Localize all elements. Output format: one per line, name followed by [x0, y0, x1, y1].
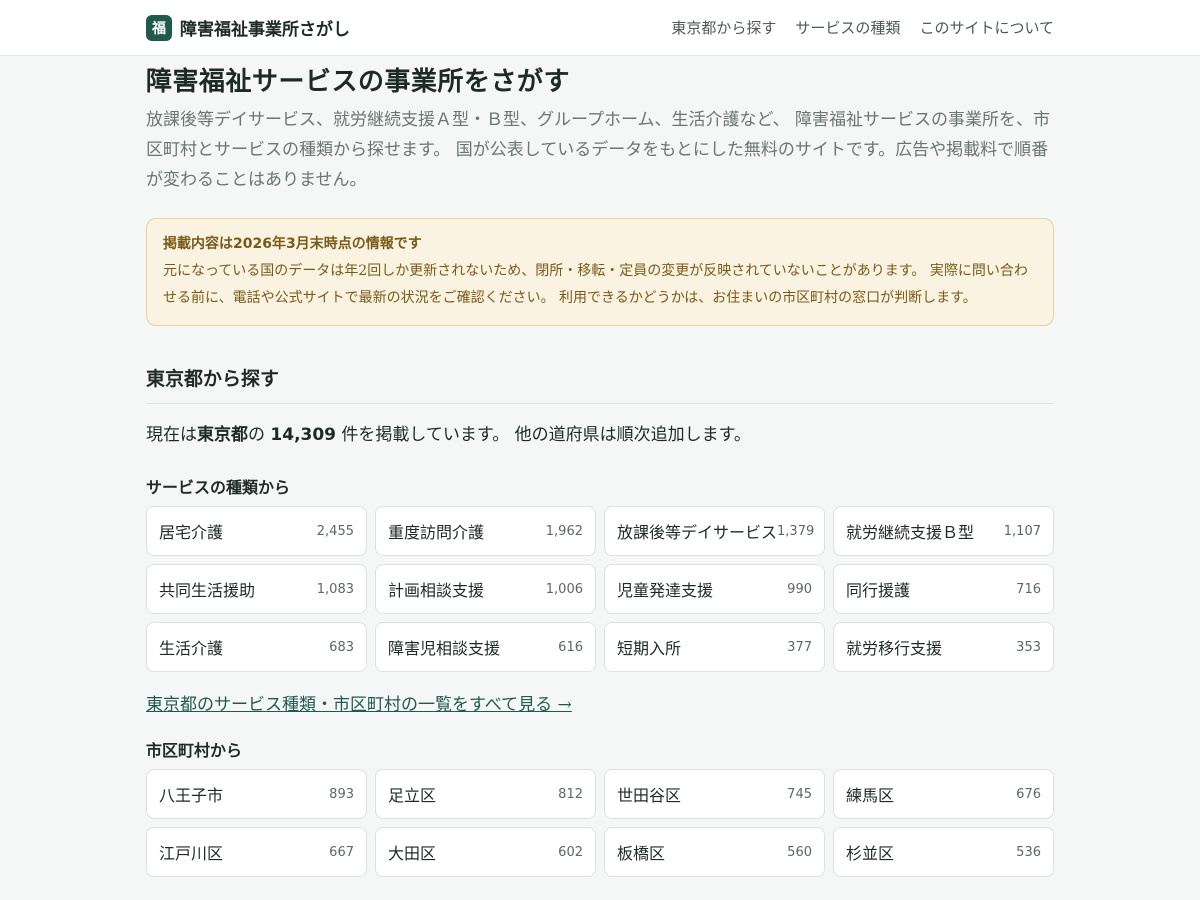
city-label: 世田谷区	[617, 786, 682, 805]
intro-text: 放課後等デイサービス、就労継続支援Ａ型・Ｂ型、グループホーム、生活介護など、 障…	[146, 110, 1051, 190]
city-card[interactable]: 大田区 602	[375, 827, 596, 877]
service-label: 短期入所	[617, 639, 682, 658]
summary-suffix: 件を掲載しています。 他の道府県は順次追加します。	[336, 425, 751, 445]
service-card[interactable]: 同行援護 716	[833, 564, 1054, 614]
nav-link-services[interactable]: サービスの種類	[795, 17, 900, 38]
service-card[interactable]: 重度訪問介護 1,962	[375, 506, 596, 556]
city-count: 893	[329, 786, 354, 802]
service-card[interactable]: 放課後等デイサービス 1,379	[604, 506, 825, 556]
see-all-link[interactable]: 東京都のサービス種類・市区町村の一覧をすべて見る →	[146, 690, 572, 715]
service-card[interactable]: 共同生活援助 1,083	[146, 564, 367, 614]
city-label: 板橋区	[617, 844, 666, 863]
service-count: 683	[329, 639, 354, 655]
summary-prefix: 現在は	[146, 425, 197, 445]
city-card[interactable]: 世田谷区 745	[604, 769, 825, 819]
service-label: 児童発達支援	[617, 581, 714, 600]
site-logo-icon: 福	[146, 14, 172, 41]
service-count: 716	[1016, 581, 1041, 597]
service-card[interactable]: 生活介護 683	[146, 622, 367, 672]
service-card[interactable]: 計画相談支援 1,006	[375, 564, 596, 614]
site-name: 障害福祉事業所さがし	[180, 20, 350, 40]
service-label: 計画相談支援	[388, 581, 485, 600]
main-nav: 東京都から探す サービスの種類 このサイトについて	[671, 17, 1054, 38]
city-label: 足立区	[388, 786, 437, 805]
service-count: 353	[1016, 639, 1041, 655]
service-label: 放課後等デイサービス	[617, 523, 778, 542]
service-card[interactable]: 就労移行支援 353	[833, 622, 1054, 672]
service-label: 共同生活援助	[159, 581, 256, 600]
notice-body: 元になっている国のデータは年2回しか更新されないため、閉所・移転・定員の変更が反…	[163, 263, 1028, 306]
service-label: 居宅介護	[159, 523, 224, 542]
city-card[interactable]: 板橋区 560	[604, 827, 825, 877]
service-grid: 居宅介護 2,455 重度訪問介護 1,962 放課後等デイサービス 1,379 就労…	[146, 506, 1054, 672]
summary-prefecture: 東京都	[197, 425, 248, 445]
city-card[interactable]: 練馬区 676	[833, 769, 1054, 819]
service-label: 就労移行支援	[846, 639, 943, 658]
city-count: 536	[1016, 844, 1041, 860]
service-label: 就労継続支援Ｂ型	[846, 523, 975, 542]
city-card[interactable]: 杉並区 536	[833, 827, 1054, 877]
service-count: 1,379	[777, 523, 815, 539]
nav-link-tokyo[interactable]: 東京都から探す	[671, 17, 776, 38]
nav-link-about[interactable]: このサイトについて	[919, 17, 1054, 38]
city-label: 江戸川区	[159, 844, 224, 863]
city-count: 560	[787, 844, 812, 860]
city-label: 杉並区	[846, 844, 895, 863]
service-card[interactable]: 児童発達支援 990	[604, 564, 825, 614]
header-inner: 福 障害福祉事業所さがし 東京都から探す サービスの種類 このサイトについて	[146, 0, 1054, 55]
service-label: 障害児相談支援	[388, 639, 501, 658]
service-label: 重度訪問介護	[388, 523, 485, 542]
service-count: 616	[558, 639, 583, 655]
service-count: 1,006	[545, 581, 583, 597]
site-header: 福 障害福祉事業所さがし 東京都から探す サービスの種類 このサイトについて	[0, 0, 1200, 56]
city-label: 八王子市	[159, 786, 224, 805]
service-card[interactable]: 居宅介護 2,455	[146, 506, 367, 556]
city-label: 練馬区	[846, 786, 895, 805]
section-heading-tokyo: 東京都から探す	[146, 364, 1054, 404]
summary-count: 14,309	[270, 425, 337, 445]
main-content: 障害福祉サービスの事業所をさがす 放課後等デイサービス、就労継続支援Ａ型・Ｂ型、…	[146, 61, 1054, 877]
city-label: 大田区	[388, 844, 437, 863]
cities-heading: 市区町村から	[146, 741, 243, 760]
city-card[interactable]: 八王子市 893	[146, 769, 367, 819]
service-card[interactable]: 就労継続支援Ｂ型 1,107	[833, 506, 1054, 556]
page-title: 障害福祉サービスの事業所をさがす	[146, 67, 571, 97]
service-count: 2,455	[316, 523, 354, 539]
city-count: 676	[1016, 786, 1041, 802]
service-card[interactable]: 短期入所 377	[604, 622, 825, 672]
city-card[interactable]: 江戸川区 667	[146, 827, 367, 877]
notice-title: 掲載内容は2026年3月末時点の情報です	[163, 236, 422, 252]
service-card[interactable]: 障害児相談支援 616	[375, 622, 596, 672]
listing-summary: 現在は東京都の 14,309 件を掲載しています。 他の道府県は順次追加します。	[146, 422, 1054, 448]
service-count: 1,083	[316, 581, 354, 597]
city-count: 812	[558, 786, 583, 802]
city-grid: 八王子市 893 足立区 812 世田谷区 745 練馬区 676 江戸川区 667 大田…	[146, 769, 1054, 877]
city-count: 667	[329, 844, 354, 860]
data-notice-box: 掲載内容は2026年3月末時点の情報です 元になっている国のデータは年2回しか更…	[146, 218, 1054, 326]
city-card[interactable]: 足立区 812	[375, 769, 596, 819]
summary-middle: の	[248, 425, 271, 445]
services-heading: サービスの種類から	[146, 478, 291, 497]
site-brand-link[interactable]: 福 障害福祉事業所さがし	[146, 14, 350, 41]
service-count: 1,962	[545, 523, 583, 539]
service-count: 990	[787, 581, 812, 597]
city-count: 602	[558, 844, 583, 860]
service-label: 生活介護	[159, 639, 224, 658]
service-count: 377	[787, 639, 812, 655]
service-count: 1,107	[1003, 523, 1041, 539]
city-count: 745	[787, 786, 812, 802]
service-label: 同行援護	[846, 581, 911, 600]
